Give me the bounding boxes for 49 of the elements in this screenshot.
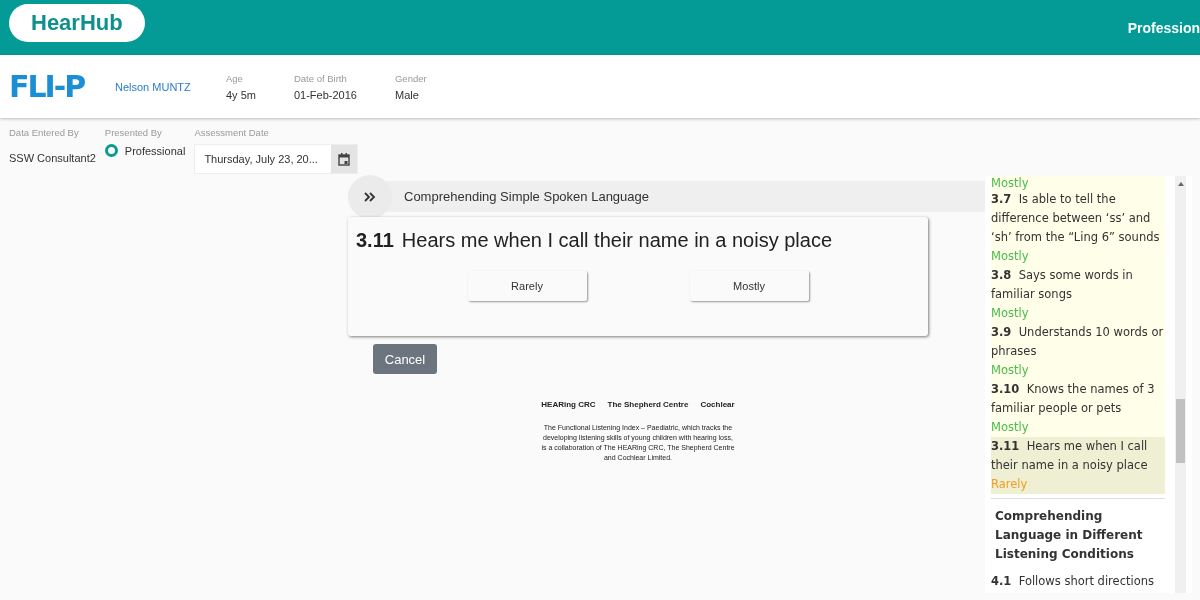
- radio-label[interactable]: Professional: [124, 144, 186, 157]
- partner-logo: Cochlear: [700, 400, 735, 409]
- answer-button[interactable]: Rarely: [467, 271, 587, 301]
- up-arrow-icon: [1177, 182, 1184, 186]
- answer-label: Rarely: [991, 476, 1029, 493]
- field-label: Data Entered By: [9, 127, 80, 138]
- answer-label: Mostly: [991, 248, 1030, 265]
- answer-label: Mostly: [991, 305, 1030, 322]
- question-number: 3.11: [356, 229, 394, 252]
- field-label: Age: [226, 72, 244, 84]
- answer-label: Mostly: [991, 362, 1030, 379]
- field-value: Male: [394, 88, 420, 101]
- question-text: 3.7 Is able to tell the difference between ‘ss’ and ‘sh’ from the “Ling 6” sounds: [991, 191, 1161, 246]
- question-item[interactable]: 3.7 Is able to tell the difference between ‘ss’ and ‘sh’ from the “Ling 6” sounds Mostly: [991, 190, 1165, 266]
- partner-logo: HEARing CRC: [541, 400, 596, 409]
- section-heading: Comprehending Language in Different Listening Conditions: [991, 498, 1165, 568]
- question-text: Hears me when I call their name in a noisy place: [401, 229, 833, 252]
- question-text[interactable]: 4.1 Follows short directions: [991, 572, 1165, 591]
- scrollbar[interactable]: [1175, 176, 1186, 593]
- field-label: Date of Birth: [293, 72, 348, 84]
- question-item[interactable]: 3.11 Hears me when I call their name in a noisy place Rarely: [991, 437, 1165, 494]
- field-label: Presented By: [104, 127, 163, 138]
- field-label: Assessment Date: [194, 127, 270, 138]
- radio-button[interactable]: [104, 144, 118, 157]
- patient-name[interactable]: Nelson MUNTZ: [115, 80, 226, 93]
- field-value: 4y 5m: [226, 88, 256, 101]
- question-text: 3.8 Says some words in familiar songs: [991, 267, 1134, 303]
- question-item[interactable]: 3.10 Knows the names of 3 familiar people or pets Mostly: [991, 380, 1165, 437]
- answer-label: Mostly: [991, 176, 1030, 190]
- answer-label: Mostly: [991, 419, 1030, 436]
- cancel-button[interactable]: Cancel: [373, 344, 437, 374]
- question-text: 3.9 Understands 10 words or phrases: [991, 324, 1165, 360]
- answer-button[interactable]: Mostly: [689, 271, 809, 301]
- section-title: Comprehending Simple Spoken Language: [404, 189, 649, 204]
- field-label: Gender: [394, 72, 427, 84]
- app-logo: FLI-P: [9, 69, 86, 104]
- question-item[interactable]: 3.9 Understands 10 words or phrases Mostly: [991, 323, 1165, 380]
- field-value: SSW Consultant2: [9, 152, 96, 164]
- question-text: 3.10 Knows the names of 3 familiar people or pets: [991, 381, 1156, 417]
- question-text: 3.11 Hears me when I call their name in a noisy place: [991, 438, 1149, 474]
- expand-button[interactable]: [348, 174, 392, 219]
- question-item[interactable]: 3.8 Says some words in familiar songs Mostly: [991, 266, 1165, 323]
- double-chevron-icon: [364, 191, 376, 202]
- partner-logo: The Shepherd Centre: [607, 400, 689, 409]
- calendar-icon: [338, 152, 351, 166]
- scroll-thumb[interactable]: [1176, 399, 1185, 463]
- brand-logo[interactable]: HearHub: [9, 3, 145, 42]
- field-value: 01-Feb-2016: [293, 88, 357, 101]
- calendar-button[interactable]: [331, 145, 358, 173]
